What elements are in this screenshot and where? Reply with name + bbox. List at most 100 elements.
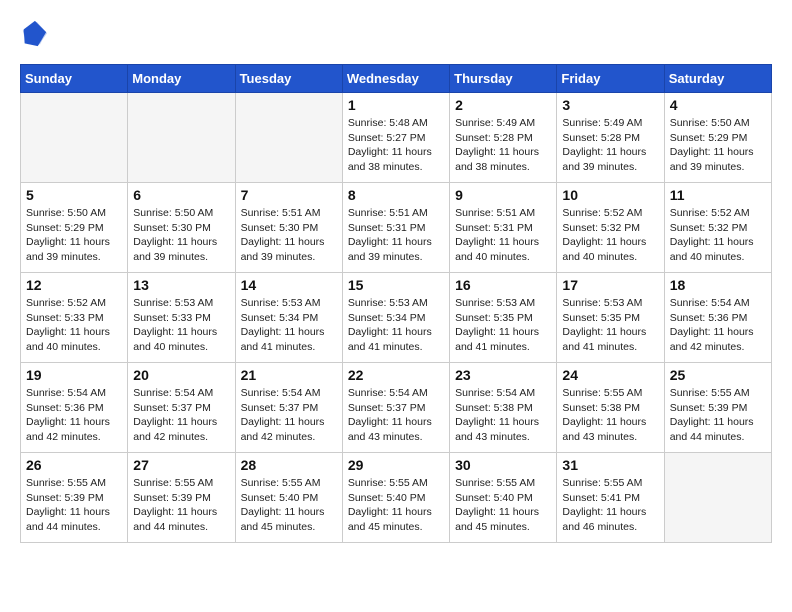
day-info: Sunrise: 5:53 AMSunset: 5:35 PMDaylight:… <box>455 296 551 355</box>
day-number: 30 <box>455 457 551 473</box>
day-info: Sunrise: 5:53 AMSunset: 5:34 PMDaylight:… <box>241 296 337 355</box>
day-info: Sunrise: 5:54 AMSunset: 5:37 PMDaylight:… <box>241 386 337 445</box>
day-number: 31 <box>562 457 658 473</box>
calendar-cell: 27Sunrise: 5:55 AMSunset: 5:39 PMDayligh… <box>128 453 235 543</box>
day-number: 21 <box>241 367 337 383</box>
week-row-1: 1 Sunrise: 5:48 AMSunset: 5:27 PMDaylight… <box>21 93 772 183</box>
header-row: SundayMondayTuesdayWednesdayThursdayFrid… <box>21 65 772 93</box>
day-number: 20 <box>133 367 229 383</box>
calendar-cell <box>664 453 771 543</box>
day-number: 22 <box>348 367 444 383</box>
day-info: Sunrise: 5:51 AMSunset: 5:31 PMDaylight:… <box>348 206 444 265</box>
day-number: 25 <box>670 367 766 383</box>
calendar-header: SundayMondayTuesdayWednesdayThursdayFrid… <box>21 65 772 93</box>
day-number: 11 <box>670 187 766 203</box>
week-row-3: 12 Sunrise: 5:52 AMSunset: 5:33 PMDayligh… <box>21 273 772 363</box>
calendar-cell: 21 Sunrise: 5:54 AMSunset: 5:37 PMDayligh… <box>235 363 342 453</box>
day-header-tuesday: Tuesday <box>235 65 342 93</box>
calendar-cell: 7Sunrise: 5:51 AMSunset: 5:30 PMDaylight… <box>235 183 342 273</box>
day-info: Sunrise: 5:50 AMSunset: 5:29 PMDaylight:… <box>670 116 766 175</box>
day-header-saturday: Saturday <box>664 65 771 93</box>
day-info: Sunrise: 5:55 AMSunset: 5:40 PMDaylight:… <box>455 476 551 535</box>
day-info: Sunrise: 5:55 AMSunset: 5:38 PMDaylight:… <box>562 386 658 445</box>
calendar-cell: 28 Sunrise: 5:55 AMSunset: 5:40 PMDayligh… <box>235 453 342 543</box>
calendar-cell: 24 Sunrise: 5:55 AMSunset: 5:38 PMDayligh… <box>557 363 664 453</box>
day-info: Sunrise: 5:53 AMSunset: 5:35 PMDaylight:… <box>562 296 658 355</box>
day-info: Sunrise: 5:52 AMSunset: 5:32 PMDaylight:… <box>670 206 766 265</box>
calendar-cell: 9 Sunrise: 5:51 AMSunset: 5:31 PMDaylight… <box>450 183 557 273</box>
day-header-sunday: Sunday <box>21 65 128 93</box>
day-number: 16 <box>455 277 551 293</box>
page-header <box>20 20 772 48</box>
calendar-cell: 13Sunrise: 5:53 AMSunset: 5:33 PMDayligh… <box>128 273 235 363</box>
day-number: 24 <box>562 367 658 383</box>
calendar-cell: 23Sunrise: 5:54 AMSunset: 5:38 PMDayligh… <box>450 363 557 453</box>
day-info: Sunrise: 5:54 AMSunset: 5:37 PMDaylight:… <box>348 386 444 445</box>
calendar-cell: 1 Sunrise: 5:48 AMSunset: 5:27 PMDaylight… <box>342 93 449 183</box>
calendar-table: SundayMondayTuesdayWednesdayThursdayFrid… <box>20 64 772 543</box>
day-info: Sunrise: 5:55 AMSunset: 5:39 PMDaylight:… <box>26 476 122 535</box>
day-number: 9 <box>455 187 551 203</box>
calendar-cell: 31 Sunrise: 5:55 AMSunset: 5:41 PMDayligh… <box>557 453 664 543</box>
calendar-cell: 12 Sunrise: 5:52 AMSunset: 5:33 PMDayligh… <box>21 273 128 363</box>
day-number: 12 <box>26 277 122 293</box>
day-info: Sunrise: 5:55 AMSunset: 5:40 PMDaylight:… <box>241 476 337 535</box>
day-info: Sunrise: 5:48 AMSunset: 5:27 PMDaylight:… <box>348 116 444 175</box>
day-number: 5 <box>26 187 122 203</box>
day-header-thursday: Thursday <box>450 65 557 93</box>
day-number: 7 <box>241 187 337 203</box>
calendar-cell: 18 Sunrise: 5:54 AMSunset: 5:36 PMDayligh… <box>664 273 771 363</box>
calendar-cell: 15Sunrise: 5:53 AMSunset: 5:34 PMDayligh… <box>342 273 449 363</box>
calendar-cell: 25 Sunrise: 5:55 AMSunset: 5:39 PMDayligh… <box>664 363 771 453</box>
calendar-cell <box>21 93 128 183</box>
day-number: 3 <box>562 97 658 113</box>
calendar-cell <box>235 93 342 183</box>
day-header-wednesday: Wednesday <box>342 65 449 93</box>
day-number: 17 <box>562 277 658 293</box>
calendar-cell: 17 Sunrise: 5:53 AMSunset: 5:35 PMDayligh… <box>557 273 664 363</box>
day-number: 28 <box>241 457 337 473</box>
day-info: Sunrise: 5:50 AMSunset: 5:29 PMDaylight:… <box>26 206 122 265</box>
calendar-body: 1 Sunrise: 5:48 AMSunset: 5:27 PMDaylight… <box>21 93 772 543</box>
day-header-friday: Friday <box>557 65 664 93</box>
day-number: 27 <box>133 457 229 473</box>
day-number: 29 <box>348 457 444 473</box>
day-number: 14 <box>241 277 337 293</box>
day-number: 1 <box>348 97 444 113</box>
day-info: Sunrise: 5:52 AMSunset: 5:33 PMDaylight:… <box>26 296 122 355</box>
week-row-2: 5 Sunrise: 5:50 AMSunset: 5:29 PMDaylight… <box>21 183 772 273</box>
day-info: Sunrise: 5:55 AMSunset: 5:41 PMDaylight:… <box>562 476 658 535</box>
day-info: Sunrise: 5:55 AMSunset: 5:39 PMDaylight:… <box>670 386 766 445</box>
calendar-cell: 20 Sunrise: 5:54 AMSunset: 5:37 PMDayligh… <box>128 363 235 453</box>
day-number: 13 <box>133 277 229 293</box>
calendar-cell: 19Sunrise: 5:54 AMSunset: 5:36 PMDayligh… <box>21 363 128 453</box>
week-row-5: 26 Sunrise: 5:55 AMSunset: 5:39 PMDayligh… <box>21 453 772 543</box>
calendar-cell: 10Sunrise: 5:52 AMSunset: 5:32 PMDayligh… <box>557 183 664 273</box>
day-number: 15 <box>348 277 444 293</box>
calendar-cell: 2 Sunrise: 5:49 AMSunset: 5:28 PMDaylight… <box>450 93 557 183</box>
calendar-cell: 11 Sunrise: 5:52 AMSunset: 5:32 PMDayligh… <box>664 183 771 273</box>
day-info: Sunrise: 5:54 AMSunset: 5:38 PMDaylight:… <box>455 386 551 445</box>
logo <box>20 20 52 48</box>
day-info: Sunrise: 5:55 AMSunset: 5:40 PMDaylight:… <box>348 476 444 535</box>
day-number: 26 <box>26 457 122 473</box>
day-info: Sunrise: 5:50 AMSunset: 5:30 PMDaylight:… <box>133 206 229 265</box>
calendar-cell: 30 Sunrise: 5:55 AMSunset: 5:40 PMDayligh… <box>450 453 557 543</box>
calendar-cell: 4 Sunrise: 5:50 AMSunset: 5:29 PMDaylight… <box>664 93 771 183</box>
day-info: Sunrise: 5:49 AMSunset: 5:28 PMDaylight:… <box>455 116 551 175</box>
day-info: Sunrise: 5:52 AMSunset: 5:32 PMDaylight:… <box>562 206 658 265</box>
day-number: 2 <box>455 97 551 113</box>
day-info: Sunrise: 5:54 AMSunset: 5:37 PMDaylight:… <box>133 386 229 445</box>
day-info: Sunrise: 5:49 AMSunset: 5:28 PMDaylight:… <box>562 116 658 175</box>
day-number: 6 <box>133 187 229 203</box>
calendar-cell: 29 Sunrise: 5:55 AMSunset: 5:40 PMDayligh… <box>342 453 449 543</box>
day-info: Sunrise: 5:54 AMSunset: 5:36 PMDaylight:… <box>670 296 766 355</box>
day-number: 18 <box>670 277 766 293</box>
logo-icon <box>20 20 48 48</box>
day-number: 4 <box>670 97 766 113</box>
calendar-cell: 8Sunrise: 5:51 AMSunset: 5:31 PMDaylight… <box>342 183 449 273</box>
day-info: Sunrise: 5:51 AMSunset: 5:31 PMDaylight:… <box>455 206 551 265</box>
calendar-cell: 26 Sunrise: 5:55 AMSunset: 5:39 PMDayligh… <box>21 453 128 543</box>
calendar-cell: 16 Sunrise: 5:53 AMSunset: 5:35 PMDayligh… <box>450 273 557 363</box>
day-number: 19 <box>26 367 122 383</box>
